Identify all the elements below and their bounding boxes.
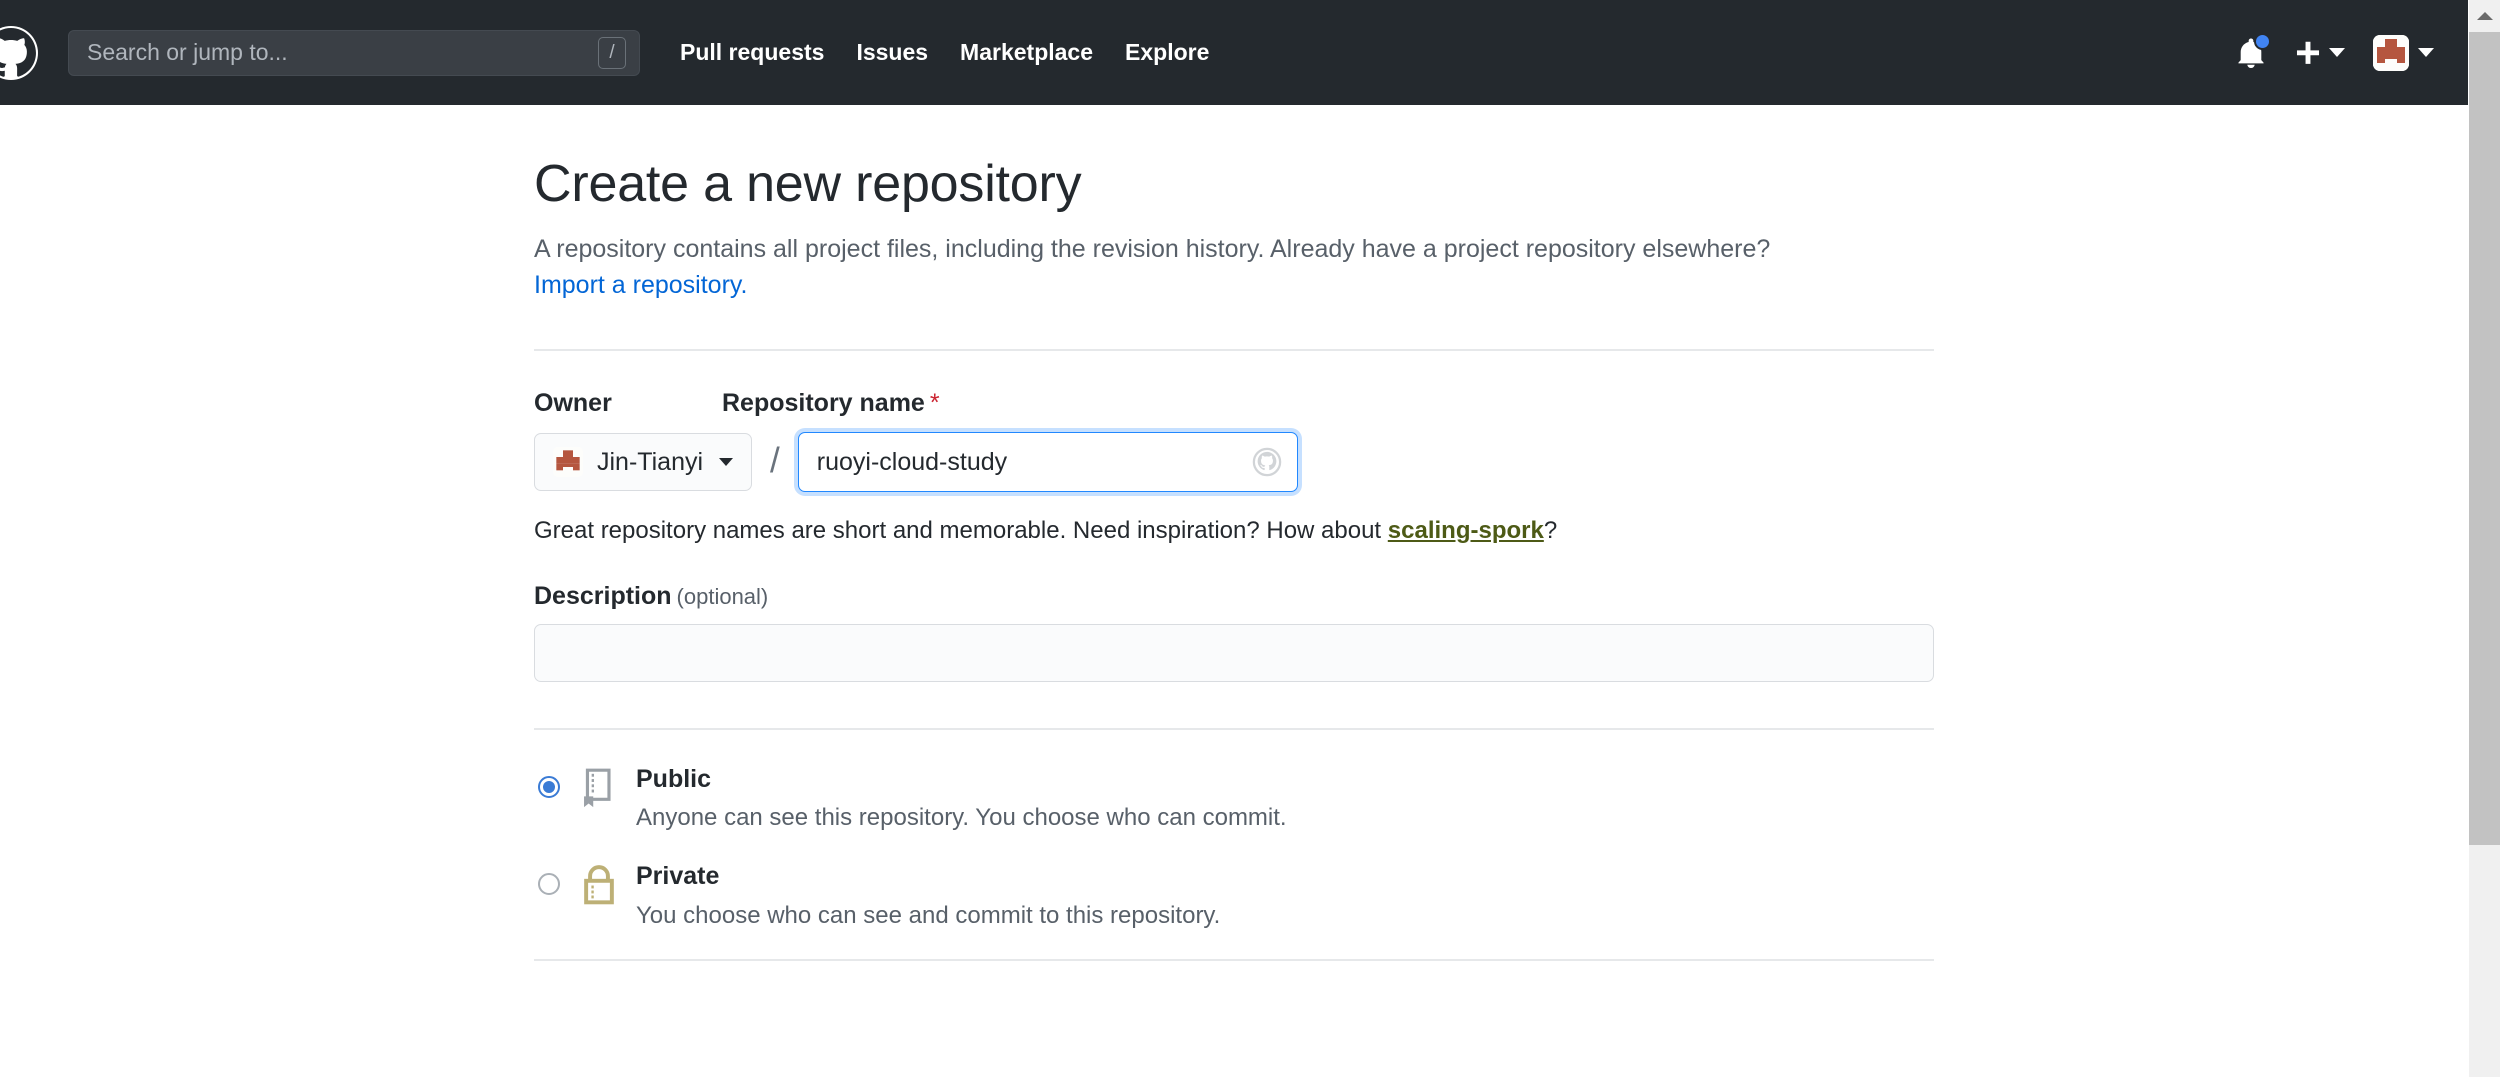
browser-viewport: / Pull requests Issues Marketplace Explo… (0, 0, 2500, 1077)
identicon-avatar-icon (553, 447, 583, 478)
owner-selected-name: Jin-Tianyi (597, 447, 704, 476)
header-actions (2236, 32, 2468, 71)
visibility-option-public[interactable]: Public Anyone can see this repository. Y… (534, 764, 1934, 833)
repository-name-field (797, 432, 1298, 493)
notification-unread-dot (2254, 32, 2271, 50)
page-subtitle-text: A repository contains all project files,… (534, 234, 1771, 263)
chevron-down-icon (2418, 48, 2434, 57)
private-option-texts: Private You choose who can see and commi… (636, 861, 1934, 930)
new-repository-form: Create a new repository A repository con… (534, 105, 1934, 961)
avatar-identicon-icon (2373, 34, 2409, 71)
lock-icon (578, 863, 620, 907)
github-logo-icon[interactable] (0, 25, 38, 80)
owner-label: Owner (534, 389, 612, 418)
import-repository-link[interactable]: Import a repository. (534, 271, 748, 299)
search-input[interactable] (68, 29, 640, 76)
description-label-text: Description (534, 581, 672, 610)
nav-marketplace[interactable]: Marketplace (960, 39, 1093, 66)
create-new-button[interactable] (2294, 39, 2345, 67)
public-description: Anyone can see this repository. You choo… (636, 804, 1287, 832)
page-subtitle: A repository contains all project files,… (534, 231, 1934, 304)
hint-suffix: ? (1543, 517, 1558, 545)
owner-and-name-row: Jin-Tianyi / (534, 432, 1934, 493)
divider-bottom (534, 958, 1934, 961)
user-profile-menu[interactable] (2373, 34, 2434, 71)
repository-name-hint: Great repository names are short and mem… (534, 514, 1934, 548)
search-container: / (68, 29, 640, 76)
plus-icon (2296, 41, 2320, 64)
search-shortcut-key: / (598, 36, 626, 69)
repository-name-label: Repository name (722, 389, 925, 418)
required-marker: * (929, 389, 940, 418)
visibility-options: Public Anyone can see this repository. Y… (534, 764, 1934, 931)
scrollbar-track[interactable] (2469, 845, 2500, 1077)
nav-explore[interactable]: Explore (1125, 39, 1209, 66)
owner-select-button[interactable]: Jin-Tianyi (534, 433, 753, 492)
description-optional-note: (optional) (676, 583, 769, 609)
page-title: Create a new repository (534, 155, 1082, 213)
owner-name-separator: / (770, 440, 780, 480)
description-input[interactable] (534, 623, 1934, 682)
primary-navigation: Pull requests Issues Marketplace Explore (680, 39, 1209, 66)
site-header: / Pull requests Issues Marketplace Explo… (0, 0, 2468, 105)
scrollbar-thumb[interactable] (2469, 32, 2500, 845)
hint-prefix: Great repository names are short and mem… (534, 517, 1388, 545)
chevron-down-icon (719, 458, 734, 467)
public-title: Public (636, 764, 712, 793)
notifications-button[interactable] (2236, 32, 2271, 70)
scroll-up-arrow-icon (2477, 12, 2493, 20)
description-label: Description (optional) (534, 582, 1934, 611)
repository-name-input[interactable] (797, 432, 1298, 493)
nav-pull-requests[interactable]: Pull requests (680, 39, 824, 66)
field-labels-row: Owner Repository name * (534, 389, 1934, 418)
main-content: Create a new repository A repository con… (0, 105, 2468, 1077)
public-option-texts: Public Anyone can see this repository. Y… (636, 764, 1934, 833)
public-radio[interactable] (538, 775, 560, 798)
divider-top (534, 349, 1934, 352)
private-description: You choose who can see and commit to thi… (636, 901, 1221, 929)
nav-issues[interactable]: Issues (856, 39, 928, 66)
divider-middle (534, 727, 1934, 730)
suggested-name-link[interactable]: scaling-spork (1388, 517, 1544, 544)
chevron-down-icon (2329, 48, 2345, 57)
private-title: Private (636, 862, 720, 891)
visibility-option-private[interactable]: Private You choose who can see and commi… (534, 861, 1934, 930)
scroll-up-button[interactable] (2469, 0, 2500, 32)
repo-book-icon (578, 766, 620, 810)
private-radio[interactable] (538, 873, 560, 896)
page-scrollbar[interactable] (2468, 0, 2500, 1077)
